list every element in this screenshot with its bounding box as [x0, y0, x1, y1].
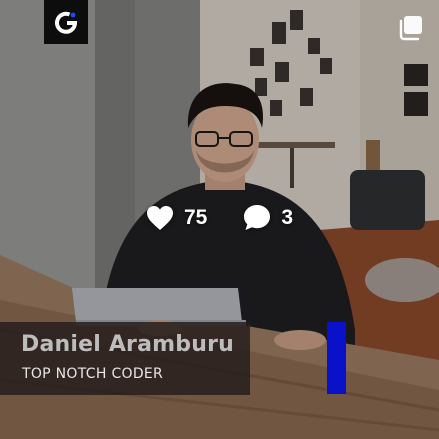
person-name: Daniel Aramburu — [21, 332, 234, 357]
likes-stat[interactable]: 75 — [146, 205, 207, 231]
comments-stat[interactable]: 3 — [243, 204, 293, 231]
multiple-images-icon — [397, 14, 425, 42]
comments-count: 3 — [281, 205, 294, 229]
instagram-post-tile[interactable]: 75 3 Daniel Aramburu TOP NOTCH CODER — [0, 0, 439, 439]
likes-count: 75 — [183, 205, 208, 229]
person-role: TOP NOTCH CODER — [22, 366, 164, 382]
comment-bubble-icon — [244, 205, 271, 230]
heart-icon — [146, 205, 173, 230]
engagement-stats: 75 3 — [0, 204, 439, 231]
brand-logo-icon — [44, 0, 88, 44]
accent-bar — [327, 322, 346, 394]
